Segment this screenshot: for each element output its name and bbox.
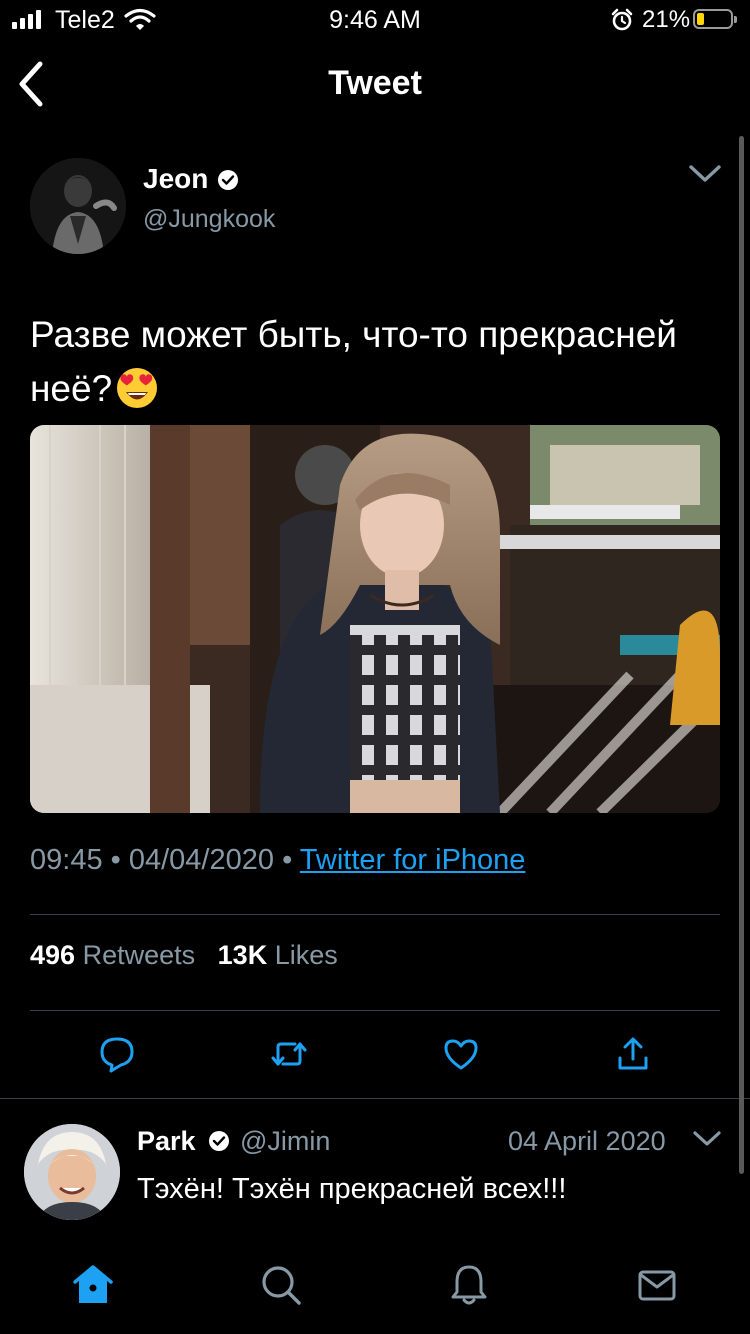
- divider: [30, 914, 720, 915]
- reply-menu-button[interactable]: [692, 1129, 722, 1154]
- battery-percent: 21%: [642, 6, 691, 33]
- status-time: 9:46 AM: [329, 6, 421, 34]
- verified-icon: [217, 169, 239, 196]
- share-button[interactable]: [613, 1034, 653, 1074]
- search-icon: [262, 1266, 301, 1305]
- tweet-stats: 496 Retweets 13K Likes: [30, 940, 338, 971]
- like-button[interactable]: [441, 1034, 481, 1074]
- tweet-meta: 09:45 • 04/04/2020 • Twitter for iPhone: [30, 844, 526, 876]
- chevron-down-icon: [689, 165, 721, 182]
- reply-author-name[interactable]: Park: [137, 1126, 196, 1157]
- tab-home[interactable]: [70, 1262, 116, 1308]
- reply-author-handle[interactable]: @Jimin: [240, 1126, 330, 1157]
- home-icon: [73, 1265, 113, 1303]
- tab-messages[interactable]: [634, 1262, 680, 1308]
- reply-avatar[interactable]: [24, 1124, 120, 1220]
- page-title: Tweet: [328, 64, 422, 102]
- reply-button[interactable]: [97, 1034, 137, 1074]
- alarm-icon: [610, 8, 634, 37]
- tab-search[interactable]: [258, 1262, 304, 1308]
- reply-text: Тэхён! Тэхён прекрасней всех!!!: [137, 1173, 567, 1205]
- tweet-date: 04/04/2020: [128, 844, 275, 876]
- retweet-icon: [271, 1042, 307, 1066]
- notifications-icon: [451, 1265, 487, 1305]
- retweets-stat[interactable]: 496 Retweets: [30, 940, 195, 970]
- battery-icon: [693, 9, 737, 29]
- retweet-button[interactable]: [269, 1034, 309, 1074]
- reply-icon: [100, 1037, 134, 1073]
- status-bar: Tele2 9:46 AM 21%: [0, 0, 750, 40]
- like-icon: [444, 1039, 478, 1070]
- reply-date: 04 April 2020: [508, 1126, 666, 1156]
- tweet-text: Разве может быть, что-то прекрасней неё?: [30, 308, 720, 424]
- divider: [30, 1010, 720, 1011]
- author-name[interactable]: Jeon: [143, 163, 208, 195]
- tab-bar: [0, 1240, 750, 1334]
- messages-icon: [638, 1270, 676, 1301]
- author-avatar[interactable]: [30, 158, 126, 254]
- tweet-menu-button[interactable]: [688, 163, 722, 190]
- scrollbar[interactable]: [739, 136, 744, 1174]
- chevron-down-icon: [693, 1131, 721, 1146]
- divider: [0, 1098, 750, 1099]
- verified-icon: [208, 1130, 230, 1157]
- tweet-photo[interactable]: [30, 425, 720, 813]
- tweet-time: 09:45: [30, 844, 103, 876]
- heart-eyes-emoji-icon: [116, 367, 158, 424]
- tweet-source-link[interactable]: Twitter for iPhone: [300, 844, 526, 876]
- share-icon: [618, 1037, 648, 1070]
- tab-notifications[interactable]: [446, 1262, 492, 1308]
- author-handle[interactable]: @Jungkook: [143, 205, 275, 234]
- likes-stat[interactable]: 13K Likes: [218, 940, 338, 970]
